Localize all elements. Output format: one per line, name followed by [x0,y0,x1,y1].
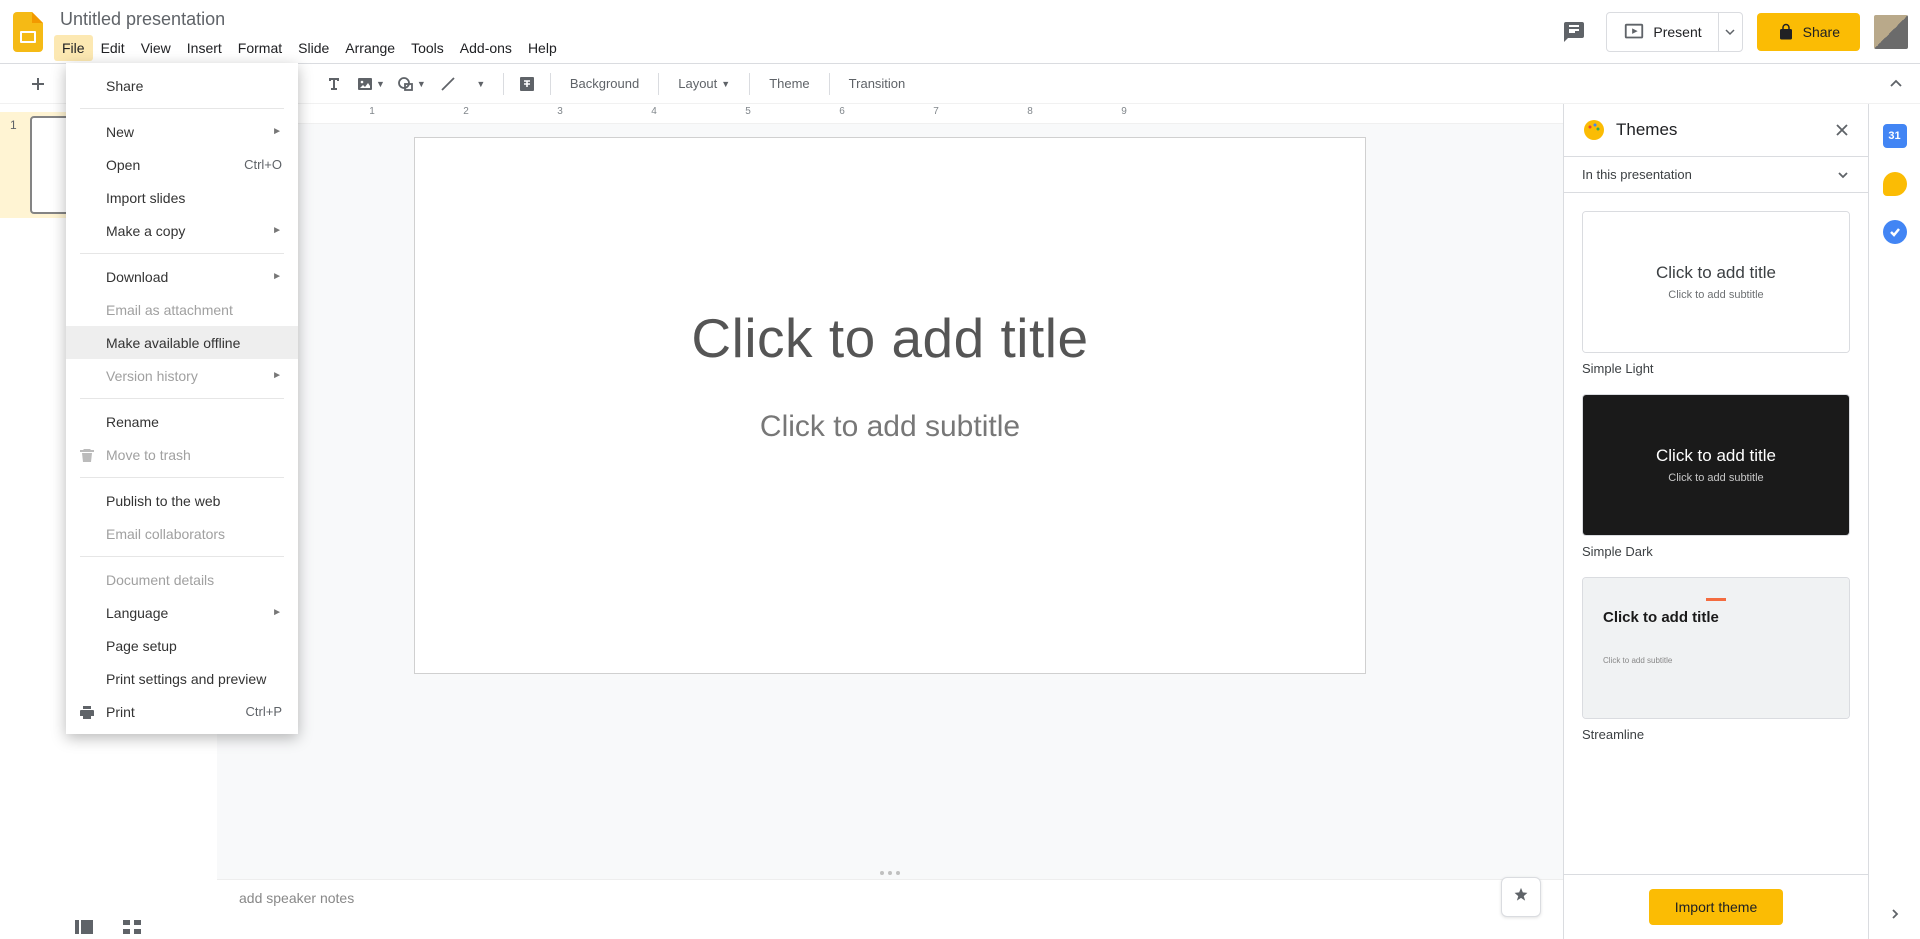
collapse-toolbar-button[interactable] [1882,70,1910,98]
present-button[interactable]: Present [1607,13,1717,51]
file-menu-download[interactable]: Download► [66,260,298,293]
grid-view-icon[interactable] [123,920,141,934]
themes-panel: Themes In this presentation Click to add… [1563,104,1868,939]
layout-button[interactable]: Layout▼ [668,70,740,98]
print-icon [78,703,96,721]
menu-help[interactable]: Help [520,35,565,61]
file-menu-print-settings[interactable]: Print settings and preview [66,662,298,695]
trash-icon [78,446,96,464]
file-menu-email-attachment: Email as attachment [66,293,298,326]
file-menu-publish-web[interactable]: Publish to the web [66,484,298,517]
present-icon [1623,21,1645,43]
present-label: Present [1653,24,1701,40]
insert-line-button[interactable] [434,70,462,98]
side-rail: 31 [1868,104,1920,939]
theme-option-streamline[interactable]: Click to add title Click to add subtitle [1582,577,1850,719]
present-dropdown[interactable] [1718,13,1742,51]
speaker-notes[interactable]: add speaker notes [217,879,1563,939]
view-mode-bar [0,915,216,939]
filmstrip-view-icon[interactable] [75,920,93,934]
close-themes-button[interactable] [1834,122,1850,138]
lock-icon [1777,23,1795,41]
menu-addons[interactable]: Add-ons [452,35,520,61]
menu-file[interactable]: File [54,35,93,61]
theme-option-simple-light[interactable]: Click to add title Click to add subtitle [1582,211,1850,353]
chevron-down-icon [1725,27,1735,37]
present-button-group: Present [1606,12,1742,52]
editor-area: 1 2 3 4 5 6 7 8 9 Click to add title Cli… [217,104,1563,939]
chevron-down-icon [1836,168,1850,182]
file-menu-dropdown: Share New► OpenCtrl+O Import slides Make… [66,63,298,734]
side-rail-collapse[interactable] [1888,907,1902,921]
menu-format[interactable]: Format [230,35,290,61]
import-theme-button[interactable]: Import theme [1649,889,1783,925]
insert-shape-button[interactable]: ▼ [393,70,430,98]
menu-edit[interactable]: Edit [93,35,133,61]
file-menu-make-copy[interactable]: Make a copy► [66,214,298,247]
slide-subtitle-placeholder[interactable]: Click to add subtitle [760,410,1020,444]
close-icon [1834,122,1850,138]
ruler: 1 2 3 4 5 6 7 8 9 [217,104,1563,124]
file-menu-move-to-trash: Move to trash [66,438,298,471]
menu-view[interactable]: View [133,35,179,61]
theme-button[interactable]: Theme [759,70,819,98]
theme-option-simple-dark[interactable]: Click to add title Click to add subtitle [1582,394,1850,536]
file-menu-document-details: Document details [66,563,298,596]
menu-slide[interactable]: Slide [290,35,337,61]
app-header: Untitled presentation File Edit View Ins… [0,0,1920,64]
file-menu-page-setup[interactable]: Page setup [66,629,298,662]
share-label: Share [1803,24,1840,40]
file-menu-share[interactable]: Share [66,69,298,102]
file-menu-open[interactable]: OpenCtrl+O [66,148,298,181]
theme-name: Simple Dark [1582,544,1850,559]
share-button[interactable]: Share [1757,13,1860,51]
themes-palette-icon [1582,118,1606,142]
file-menu-make-available-offline[interactable]: Make available offline [66,326,298,359]
file-menu-print[interactable]: PrintCtrl+P [66,695,298,728]
keep-addon-icon[interactable] [1883,172,1907,196]
file-menu-rename[interactable]: Rename [66,405,298,438]
tasks-addon-icon[interactable] [1883,220,1907,244]
menubar: File Edit View Insert Format Slide Arran… [54,33,565,61]
file-menu-version-history: Version history► [66,359,298,392]
insert-image-button[interactable]: ▼ [352,70,389,98]
slide-title-placeholder[interactable]: Click to add title [691,306,1088,370]
file-menu-language[interactable]: Language► [66,596,298,629]
slide-number: 1 [10,116,30,214]
open-comments-icon[interactable] [1556,14,1592,50]
chevron-right-icon [1888,907,1902,921]
insert-line-dropdown[interactable]: ▼ [466,70,494,98]
account-avatar[interactable] [1874,15,1908,49]
file-menu-import-slides[interactable]: Import slides [66,181,298,214]
themes-title: Themes [1616,120,1677,140]
menu-tools[interactable]: Tools [403,35,452,61]
menu-arrange[interactable]: Arrange [337,35,403,61]
new-slide-button[interactable] [24,70,52,98]
theme-name: Simple Light [1582,361,1850,376]
slide-canvas[interactable]: Click to add title Click to add subtitle [415,138,1365,673]
transition-button[interactable]: Transition [839,70,916,98]
explore-button[interactable] [1501,877,1541,917]
document-title[interactable]: Untitled presentation [54,7,565,32]
notes-resize-handle[interactable] [217,867,1563,879]
slides-logo-icon [8,12,48,52]
insert-comment-button[interactable] [513,70,541,98]
in-this-presentation-toggle[interactable]: In this presentation [1564,157,1868,193]
explore-icon [1510,886,1532,908]
theme-name: Streamline [1582,727,1850,742]
text-box-button[interactable] [320,70,348,98]
calendar-addon-icon[interactable]: 31 [1883,124,1907,148]
file-menu-email-collaborators: Email collaborators [66,517,298,550]
file-menu-new[interactable]: New► [66,115,298,148]
background-button[interactable]: Background [560,70,649,98]
menu-insert[interactable]: Insert [179,35,230,61]
